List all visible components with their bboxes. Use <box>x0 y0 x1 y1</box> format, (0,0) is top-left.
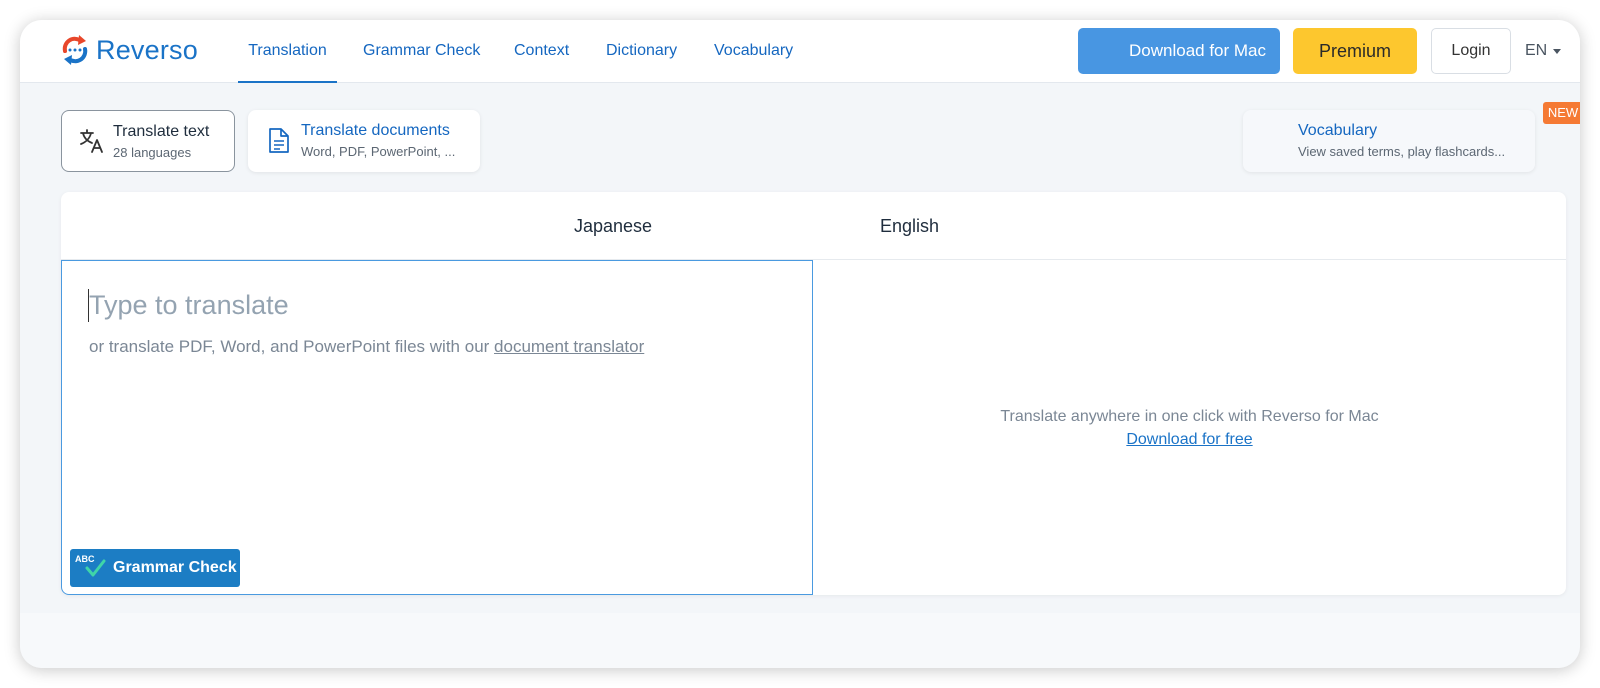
login-button[interactable]: Login <box>1431 28 1511 74</box>
nav-tab-dictionary[interactable]: Dictionary <box>606 20 677 83</box>
document-hint: or translate PDF, Word, and PowerPoint f… <box>89 337 644 357</box>
mac-promo: Translate anywhere in one click with Rev… <box>813 405 1566 451</box>
mac-promo-text: Translate anywhere in one click with Rev… <box>1000 408 1379 425</box>
top-header: Reverso Translation Grammar Check Contex… <box>20 20 1580 83</box>
source-language-select[interactable]: Japanese <box>574 192 652 260</box>
document-hint-text: or translate PDF, Word, and PowerPoint f… <box>89 337 495 356</box>
mode-card-vocabulary[interactable]: Vocabulary View saved terms, play flashc… <box>1243 110 1535 172</box>
translation-panel: Japanese English or translate PDF, Word,… <box>61 192 1566 595</box>
chevron-down-icon <box>1553 48 1562 54</box>
premium-button[interactable]: Premium <box>1293 28 1417 74</box>
source-text-area: or translate PDF, Word, and PowerPoint f… <box>61 260 813 595</box>
document-translator-link[interactable]: document translator <box>494 337 644 356</box>
download-for-mac-button[interactable]: Download for Mac <box>1078 28 1280 74</box>
reverso-logo-icon <box>62 35 88 65</box>
app-window: Reverso Translation Grammar Check Contex… <box>20 20 1580 668</box>
translate-icon <box>80 129 103 153</box>
nav-tab-grammar-check[interactable]: Grammar Check <box>363 20 480 83</box>
nav-tab-vocabulary[interactable]: Vocabulary <box>714 20 793 83</box>
vocabulary-subtitle: View saved terms, play flashcards... <box>1298 144 1506 159</box>
footer-strip <box>20 613 1580 668</box>
language-bar: Japanese English <box>61 192 1566 260</box>
document-icon <box>269 128 289 153</box>
mode-card-translate-documents[interactable]: Translate documents Word, PDF, PowerPoin… <box>248 110 480 172</box>
source-text-input[interactable] <box>89 287 789 323</box>
grammar-check-button[interactable]: ABC Grammar Check <box>70 549 240 587</box>
target-text-area: Translate anywhere in one click with Rev… <box>813 260 1566 595</box>
new-badge: NEW <box>1543 102 1580 124</box>
logo-text: Reverso <box>96 34 198 65</box>
nav-tab-translation[interactable]: Translation <box>238 20 337 83</box>
nav-tab-context[interactable]: Context <box>514 20 569 83</box>
mode-card-translate-text[interactable]: Translate text 28 languages <box>61 110 235 172</box>
grammar-check-label: Grammar Check <box>113 559 237 576</box>
vocabulary-title: Vocabulary <box>1298 122 1378 139</box>
reverso-logo[interactable]: Reverso <box>59 33 198 67</box>
translate-documents-subtitle: Word, PDF, PowerPoint, ... <box>301 144 456 159</box>
interface-language-value: EN <box>1525 42 1548 59</box>
checkmark-icon <box>85 559 106 577</box>
download-for-free-link[interactable]: Download for free <box>813 428 1566 451</box>
target-language-select[interactable]: English <box>880 192 939 260</box>
translate-text-title: Translate text <box>113 123 210 140</box>
interface-language-select[interactable]: EN <box>1525 28 1562 74</box>
translate-text-subtitle: 28 languages <box>113 145 192 160</box>
translate-documents-title: Translate documents <box>301 122 450 139</box>
